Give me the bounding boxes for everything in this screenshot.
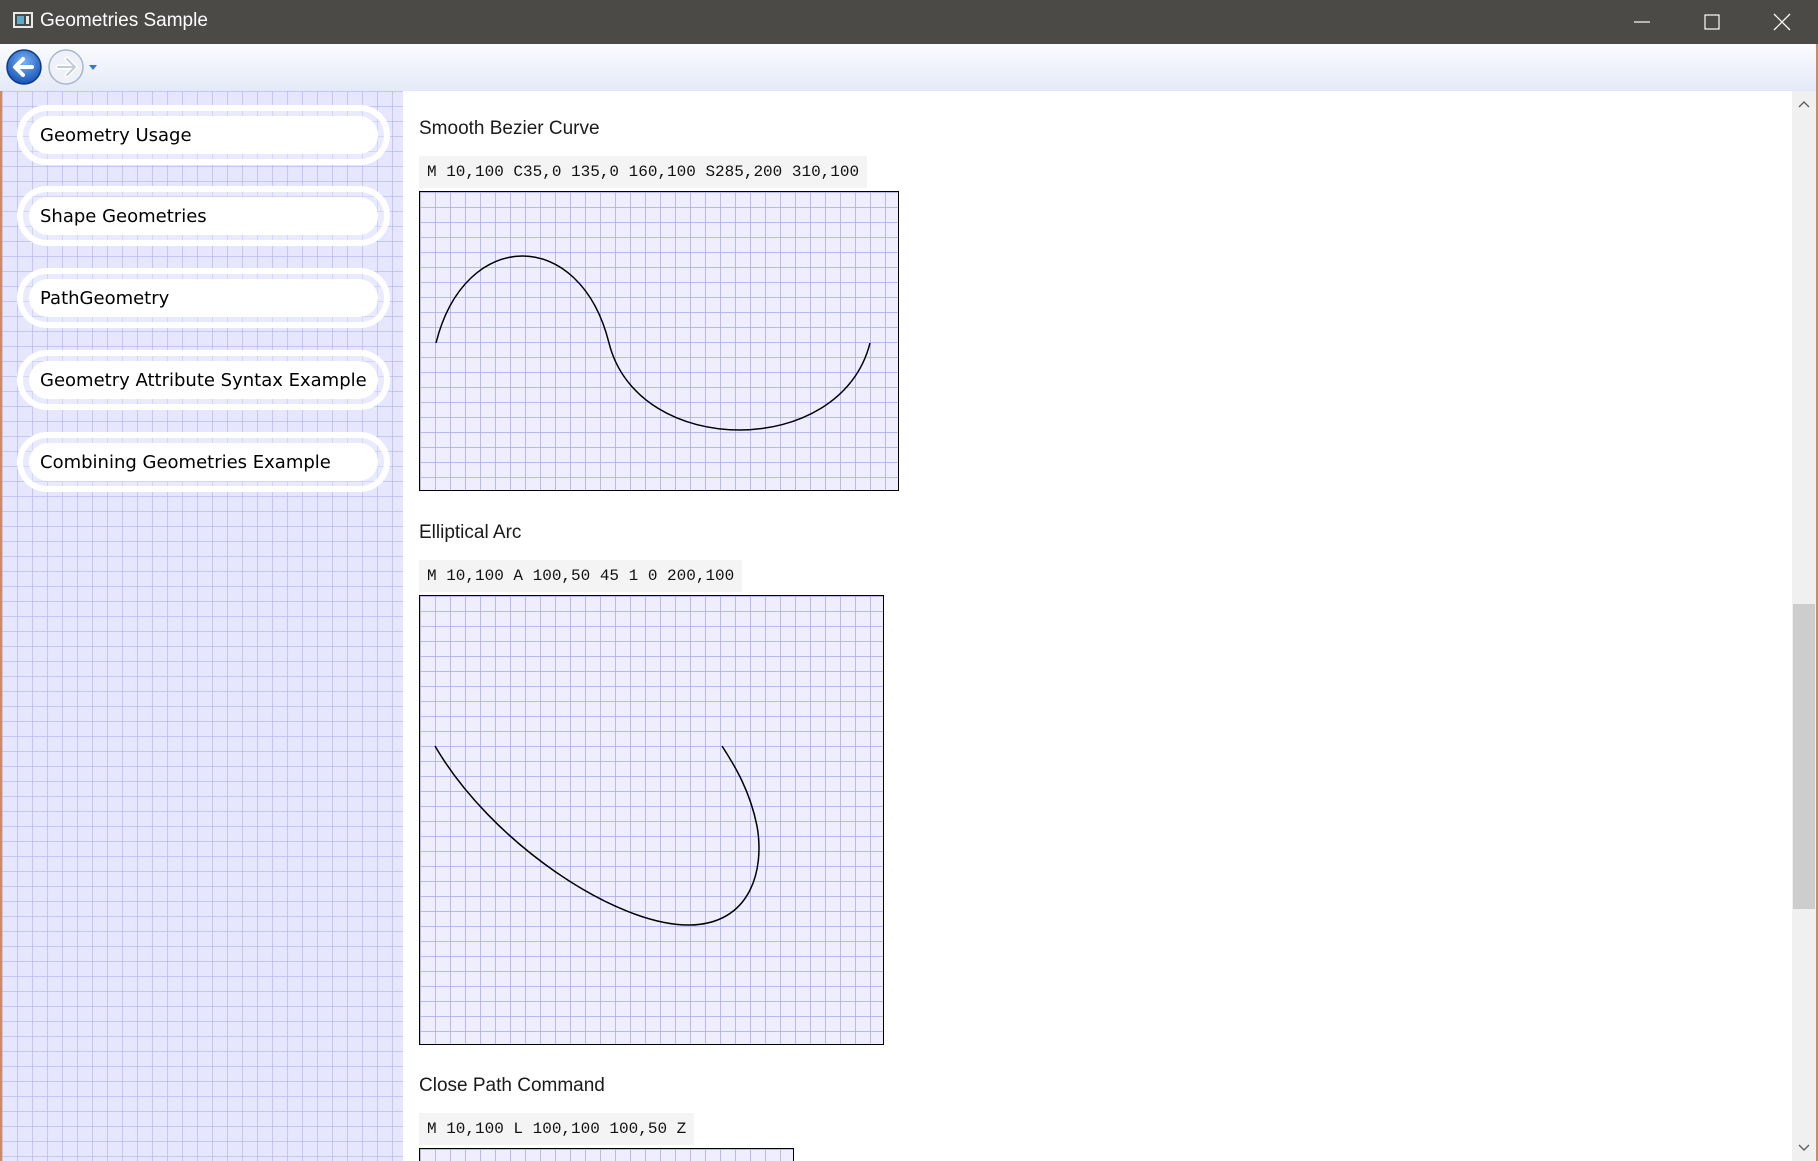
navigation-bar: [0, 44, 1818, 91]
section-title: Close Path Command: [419, 1075, 605, 1096]
scroll-down-icon[interactable]: [1792, 1135, 1816, 1161]
scrollbar-thumb[interactable]: [1793, 604, 1815, 909]
geometry-canvas: [419, 1148, 794, 1161]
scroll-up-icon[interactable]: [1792, 91, 1816, 117]
sidebar: Geometry Usage Shape Geometries PathGeom…: [2, 91, 403, 1161]
geometry-canvas: [419, 191, 899, 491]
sidebar-item-label: Geometry Attribute Syntax Example: [40, 370, 367, 391]
app-icon: [13, 12, 33, 28]
sidebar-item-pathgeometry[interactable]: PathGeometry: [17, 268, 390, 328]
minimize-button[interactable]: [1607, 0, 1677, 44]
vertical-scrollbar[interactable]: [1792, 91, 1816, 1161]
section-title: Elliptical Arc: [419, 522, 522, 543]
sidebar-item-geometry-usage[interactable]: Geometry Usage: [17, 105, 390, 165]
sidebar-item-label: PathGeometry: [40, 288, 170, 309]
window-title: Geometries Sample: [40, 10, 208, 31]
sidebar-item-geometry-attribute-syntax[interactable]: Geometry Attribute Syntax Example: [17, 350, 390, 410]
path-markup: M 10,100 C35,0 135,0 160,100 S285,200 31…: [419, 156, 868, 188]
chevron-down-icon[interactable]: [86, 62, 100, 72]
sidebar-item-label: Shape Geometries: [40, 206, 207, 227]
forward-arrow-icon[interactable]: [47, 48, 85, 86]
elliptical-arc-drawing: [434, 745, 760, 926]
path-markup: M 10,100 L 100,100 100,50 Z: [419, 1113, 695, 1145]
close-button[interactable]: [1747, 0, 1817, 44]
maximize-icon: [1704, 14, 1720, 30]
title-bar: Geometries Sample: [0, 0, 1818, 44]
section-title: Smooth Bezier Curve: [419, 118, 600, 139]
sidebar-item-label: Combining Geometries Example: [40, 452, 331, 473]
sidebar-item-label: Geometry Usage: [40, 125, 192, 146]
sidebar-item-combining-geometries[interactable]: Combining Geometries Example: [17, 432, 390, 492]
elliptical-arc-path: [434, 745, 760, 926]
close-icon: [1773, 13, 1791, 31]
smooth-bezier-path: [435, 255, 871, 431]
sidebar-item-shape-geometries[interactable]: Shape Geometries: [17, 186, 390, 246]
maximize-button[interactable]: [1677, 0, 1747, 44]
content-area: Smooth Bezier Curve M 10,100 C35,0 135,0…: [403, 91, 1792, 1161]
path-markup: M 10,100 A 100,50 45 1 0 200,100: [419, 560, 743, 592]
geometry-canvas: [419, 595, 884, 1045]
minimize-icon: [1634, 21, 1650, 23]
back-arrow-icon[interactable]: [5, 48, 43, 86]
smooth-bezier-drawing: [435, 255, 871, 431]
